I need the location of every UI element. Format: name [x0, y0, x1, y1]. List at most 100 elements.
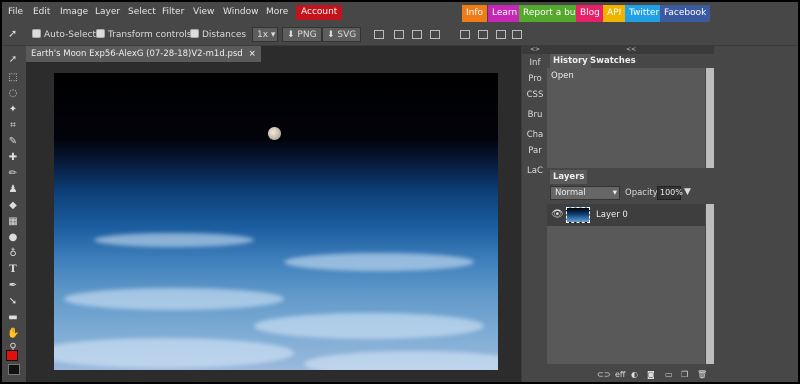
menu-image[interactable]: Image: [60, 7, 88, 17]
menu-file[interactable]: File: [8, 7, 23, 17]
hand-tool-icon[interactable]: ✋: [7, 328, 19, 340]
menu-window[interactable]: Window: [223, 7, 259, 17]
download-icon: ⬇: [327, 30, 335, 40]
menu-select[interactable]: Select: [128, 7, 156, 17]
menu-more[interactable]: More: [266, 7, 288, 17]
cloud-band: [284, 253, 474, 271]
export-png-button[interactable]: ⬇ PNG: [282, 27, 322, 42]
align-bottom-icon[interactable]: [478, 30, 488, 39]
align-center-icon[interactable]: [394, 30, 404, 39]
foreground-color-swatch[interactable]: [6, 350, 18, 361]
auto-select-checkbox[interactable]: Auto-Select: [32, 29, 96, 40]
app-window: File Edit Image Layer Select Filter View…: [2, 2, 798, 382]
image-canvas[interactable]: [54, 73, 498, 370]
menu-layer[interactable]: Layer: [95, 7, 120, 17]
history-list: Open: [547, 68, 705, 168]
tools-panel: ➚ ⬚ ◌ ✦ ⌗ ✎ ✚ ✏ ♟ ◆ ▦ ● ♁ T ✒ ➘ ▬ ✋ ⚲: [2, 46, 24, 382]
lasso-tool-icon[interactable]: ◌: [7, 88, 19, 100]
tab-history[interactable]: History: [550, 54, 591, 68]
link-icon[interactable]: ⊂⊃: [597, 370, 610, 379]
download-icon: ⬇: [287, 30, 295, 40]
visibility-eye-icon[interactable]: 👁: [551, 210, 564, 220]
layer-comps-panel-button[interactable]: LaC: [522, 166, 548, 176]
cloud-band: [54, 338, 294, 368]
menu-edit[interactable]: Edit: [33, 7, 50, 17]
cloud-band: [254, 313, 484, 339]
blend-mode-select[interactable]: Normal ▾: [550, 186, 620, 200]
cloud-band: [94, 233, 254, 247]
properties-panel-button[interactable]: Pro: [522, 74, 548, 84]
character-panel-button[interactable]: Cha: [522, 130, 548, 140]
scale-value: 1x: [257, 30, 269, 40]
brush-panel-button[interactable]: Bru: [522, 110, 548, 120]
close-icon[interactable]: ×: [249, 49, 256, 59]
effects-button[interactable]: eff: [615, 370, 625, 379]
align-middle-icon[interactable]: [460, 30, 470, 39]
eraser-tool-icon[interactable]: ◆: [7, 200, 19, 212]
menu-bar: File Edit Image Layer Select Filter View…: [2, 2, 798, 24]
trash-icon[interactable]: 🗑: [697, 370, 707, 379]
opacity-label: Opacity:: [625, 188, 660, 198]
adjustment-icon[interactable]: ◐: [631, 370, 638, 379]
collapse-toggle[interactable]: <>: [522, 46, 548, 54]
clone-stamp-tool-icon[interactable]: ♟: [7, 184, 19, 196]
align-left-icon[interactable]: [374, 30, 384, 39]
info-link[interactable]: Info: [462, 5, 488, 22]
info-panel-button[interactable]: Inf: [522, 58, 548, 68]
transform-controls-checkbox[interactable]: Transform controls: [96, 29, 192, 40]
align-right-icon[interactable]: [412, 30, 422, 39]
options-bar: ➚ Auto-Select Transform controls Distanc…: [2, 24, 798, 46]
distribute-v-icon[interactable]: [512, 30, 522, 39]
text-tool-icon[interactable]: T: [7, 264, 19, 276]
pen-tool-icon[interactable]: ✒: [7, 280, 19, 292]
opacity-input[interactable]: 100%: [657, 186, 683, 200]
scrollbar[interactable]: [706, 204, 714, 364]
move-tool-icon: ➚: [8, 27, 18, 40]
crop-tool-icon[interactable]: ⌗: [7, 120, 19, 132]
tab-swatches[interactable]: Swatches: [587, 54, 639, 68]
paragraph-panel-button[interactable]: Par: [522, 146, 548, 156]
distances-checkbox[interactable]: Distances: [190, 29, 246, 40]
moon-image: [268, 127, 281, 140]
export-svg-button[interactable]: ⬇ SVG: [322, 27, 362, 42]
api-link[interactable]: API: [603, 5, 626, 22]
menu-filter[interactable]: Filter: [162, 7, 184, 17]
scrollbar[interactable]: [706, 68, 714, 168]
css-panel-button[interactable]: CSS: [522, 90, 548, 100]
learn-link[interactable]: Learn: [488, 5, 522, 22]
mask-icon[interactable]: ◙: [647, 370, 655, 379]
distribute-h-icon[interactable]: [496, 30, 506, 39]
account-button[interactable]: Account: [296, 5, 343, 20]
blog-link[interactable]: Blog: [576, 5, 604, 22]
opacity-dropdown-icon[interactable]: ▼: [684, 187, 691, 197]
collapsed-panels: <> Inf Pro CSS Bru Cha Par LaC: [521, 46, 548, 382]
twitter-link[interactable]: Twitter: [625, 5, 664, 22]
brush-tool-icon[interactable]: ✏: [7, 168, 19, 180]
layers-footer: ⊂⊃ eff ◐ ◙ ▭ ❐ 🗑: [547, 368, 714, 382]
layers-panel: Layers Normal ▾ Opacity: 100% ▼ 👁 Layer …: [547, 170, 714, 382]
new-layer-icon[interactable]: ❐: [681, 370, 688, 379]
menu-view[interactable]: View: [193, 7, 214, 17]
tab-layers[interactable]: Layers: [550, 170, 588, 184]
move-tool-icon[interactable]: ➚: [7, 54, 19, 66]
facebook-link[interactable]: Facebook: [660, 5, 711, 22]
transform-controls-label: Transform controls: [108, 30, 192, 40]
distances-label: Distances: [202, 30, 247, 40]
dodge-tool-icon[interactable]: ♁: [7, 248, 19, 260]
marquee-tool-icon[interactable]: ⬚: [7, 72, 19, 84]
eyedropper-tool-icon[interactable]: ✎: [7, 136, 19, 148]
history-item[interactable]: Open: [551, 71, 574, 81]
magic-wand-tool-icon[interactable]: ✦: [7, 104, 19, 116]
folder-icon[interactable]: ▭: [665, 370, 673, 379]
layer-row[interactable]: 👁 Layer 0: [547, 204, 705, 226]
shape-tool-icon[interactable]: ▬: [7, 312, 19, 324]
background-color-swatch[interactable]: [8, 364, 20, 375]
path-select-tool-icon[interactable]: ➘: [7, 296, 19, 308]
spot-heal-tool-icon[interactable]: ✚: [7, 152, 19, 164]
blur-tool-icon[interactable]: ●: [7, 232, 19, 244]
scale-select[interactable]: 1x ▾: [252, 27, 278, 42]
panel-collapse-toggle[interactable]: <<: [547, 46, 714, 54]
document-tab[interactable]: Earth's Moon Exp56-AlexG (07-28-18)V2-m1…: [26, 46, 261, 62]
gradient-tool-icon[interactable]: ▦: [7, 216, 19, 228]
align-top-icon[interactable]: [430, 30, 440, 39]
